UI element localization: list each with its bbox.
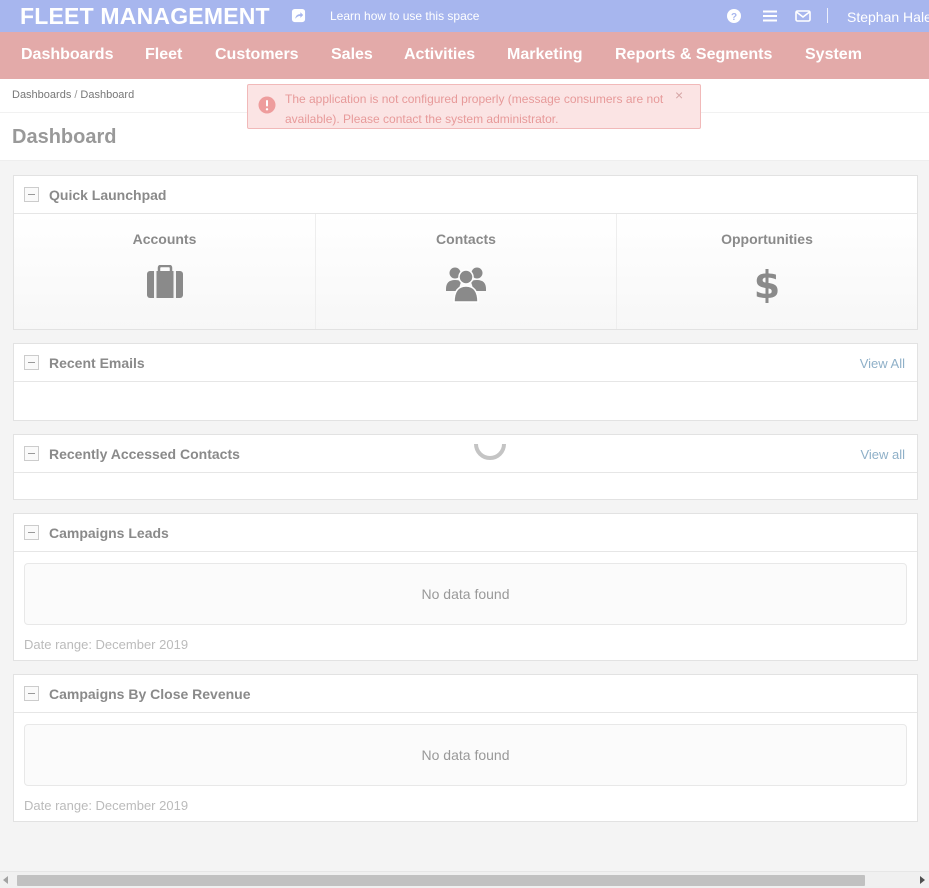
widget-title: Recent Emails (49, 355, 145, 371)
nav-customers[interactable]: Customers (215, 46, 299, 64)
briefcase-icon (146, 265, 183, 298)
list-icon[interactable] (762, 8, 778, 24)
scroll-right-icon[interactable] (920, 876, 925, 884)
app-title[interactable]: FLEET MANAGEMENT (20, 3, 270, 30)
breadcrumb-dashboard[interactable]: Dashboard (80, 89, 134, 101)
campaigns-revenue-widget: Campaigns By Close Revenue No data found… (13, 674, 918, 822)
scrollbar-thumb[interactable] (17, 875, 865, 886)
empty-state: No data found (24, 563, 907, 625)
widget-title: Quick Launchpad (49, 187, 167, 203)
launchpad-accounts[interactable]: Accounts (14, 214, 315, 329)
nav-activities[interactable]: Activities (404, 46, 475, 64)
alert-close-button[interactable]: × (675, 87, 683, 103)
empty-state: No data found (24, 724, 907, 786)
svg-text:$: $ (756, 265, 778, 303)
nav-dashboards[interactable]: Dashboards (21, 46, 113, 64)
launchpad-label: Opportunities (721, 231, 813, 247)
widget-header: Recent Emails View All (14, 344, 917, 382)
collapse-button[interactable] (24, 446, 39, 461)
launchpad-label: Contacts (436, 231, 496, 247)
campaigns-leads-widget: Campaigns Leads No data found Date range… (13, 513, 918, 661)
view-all-link[interactable]: View all (860, 447, 905, 462)
recent-emails-widget: Recent Emails View All (13, 343, 918, 421)
user-menu[interactable]: Stephan Hale (847, 9, 929, 25)
users-icon (446, 267, 486, 303)
widget-title: Campaigns By Close Revenue (49, 686, 251, 702)
quick-launchpad-widget: Quick Launchpad Accounts Contacts Opport… (13, 175, 918, 330)
widget-header: Campaigns Leads (14, 514, 917, 552)
loading-spinner-icon (474, 443, 506, 460)
launchpad-opportunities[interactable]: Opportunities $ (616, 214, 917, 329)
nav-fleet[interactable]: Fleet (145, 46, 182, 64)
dollar-icon: $ (756, 265, 778, 303)
envelope-icon[interactable] (795, 8, 811, 24)
widget-header: Campaigns By Close Revenue (14, 675, 917, 713)
widget-header: Quick Launchpad (14, 176, 917, 214)
page-title: Dashboard (12, 126, 117, 148)
empty-state-text: No data found (421, 586, 510, 602)
top-bar: FLEET MANAGEMENT Learn how to use this s… (0, 0, 929, 32)
nav-system[interactable]: System (805, 46, 862, 64)
nav-reports-segments[interactable]: Reports & Segments (615, 46, 772, 64)
breadcrumb-dashboards[interactable]: Dashboards (12, 89, 71, 101)
nav-sales[interactable]: Sales (331, 46, 373, 64)
help-link[interactable]: Learn how to use this space (330, 9, 479, 23)
date-range-text: Date range: December 2019 (24, 798, 189, 813)
collapse-button[interactable] (24, 686, 39, 701)
error-alert: The application is not configured proper… (247, 84, 701, 129)
launchpad-label: Accounts (132, 231, 197, 247)
breadcrumb: Dashboards / Dashboard (12, 89, 134, 101)
svg-text:?: ? (731, 12, 737, 23)
share-square-icon[interactable] (291, 8, 306, 23)
empty-state-text: No data found (421, 747, 510, 763)
date-range-text: Date range: December 2019 (24, 637, 189, 652)
nav-marketing[interactable]: Marketing (507, 46, 583, 64)
horizontal-scrollbar[interactable] (0, 871, 929, 888)
scroll-left-icon[interactable] (3, 876, 8, 884)
widget-title: Campaigns Leads (49, 525, 169, 541)
view-all-link[interactable]: View All (860, 356, 905, 371)
topbar-divider (827, 8, 828, 23)
collapse-button[interactable] (24, 187, 39, 202)
widget-header: Recently Accessed Contacts View all (14, 435, 917, 473)
main-navigation: Dashboards Fleet Customers Sales Activit… (0, 32, 929, 79)
collapse-button[interactable] (24, 525, 39, 540)
widget-title: Recently Accessed Contacts (49, 446, 240, 462)
recent-contacts-widget: Recently Accessed Contacts View all (13, 434, 918, 500)
question-circle-icon[interactable]: ? (726, 8, 742, 24)
collapse-button[interactable] (24, 355, 39, 370)
launchpad-contacts[interactable]: Contacts (315, 214, 616, 329)
breadcrumb-separator: / (74, 89, 78, 101)
alert-message: The application is not configured proper… (285, 92, 664, 126)
exclamation-circle-icon (258, 96, 276, 114)
